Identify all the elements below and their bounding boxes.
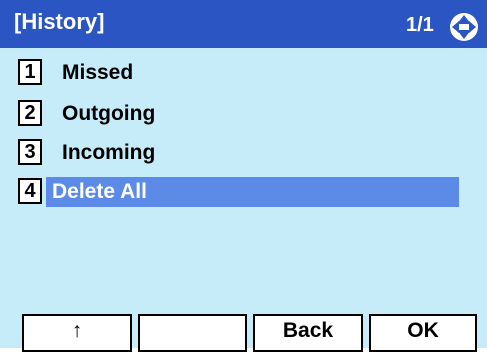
menu-item-missed[interactable]: 1 Missed (18, 58, 476, 88)
menu-item-label: Incoming (62, 141, 156, 164)
item-number-4: 4 (18, 178, 42, 204)
menu-item-outgoing[interactable]: 2 Outgoing (18, 99, 476, 129)
item-number-1: 1 (18, 59, 42, 85)
item-number-2: 2 (18, 100, 42, 126)
title-bar: [History] 1/1 (0, 0, 487, 48)
page-indicator: 1/1 (406, 14, 434, 36)
menu-item-label: Missed (62, 61, 134, 84)
softkey-bar: ↑ Back OK (0, 314, 487, 352)
menu-item-incoming[interactable]: 3 Incoming (18, 138, 476, 168)
menu-item-label: Outgoing (62, 102, 156, 125)
softkey-blank-button[interactable] (138, 314, 247, 352)
screen-title: [History] (14, 9, 105, 34)
softkey-back-button[interactable]: Back (253, 314, 363, 352)
up-down-navigation-icon (450, 13, 478, 41)
softkey-ok-button[interactable]: OK (369, 314, 477, 352)
item-number-3: 3 (18, 139, 42, 165)
menu-item-delete-all[interactable]: 4 Delete All (18, 177, 476, 207)
menu-item-label: Delete All (46, 177, 459, 207)
phone-display: [History] 1/1 1 Missed 2 Outgoing 3 Inco… (0, 0, 487, 352)
softkey-up-button[interactable]: ↑ (22, 314, 132, 352)
